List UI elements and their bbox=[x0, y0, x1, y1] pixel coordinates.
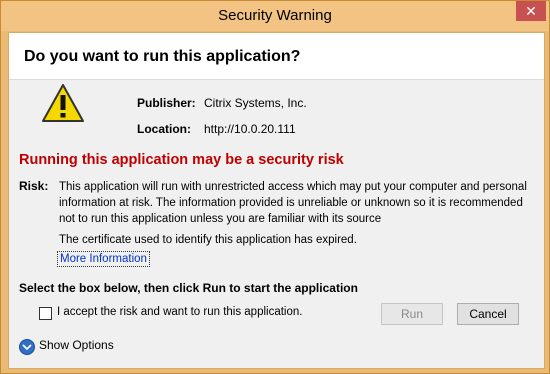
dialog-question: Do you want to run this application? bbox=[24, 48, 301, 65]
publisher-label: Publisher: bbox=[137, 96, 196, 110]
location-value: http://10.0.20.111 bbox=[204, 122, 296, 136]
publisher-value: Citrix Systems, Inc. bbox=[204, 96, 307, 110]
risk-heading: Running this application may be a securi… bbox=[19, 152, 344, 168]
header-band: Do you want to run this application? bbox=[9, 33, 544, 80]
cancel-button[interactable]: Cancel bbox=[457, 303, 519, 325]
chevron-down-icon bbox=[19, 339, 35, 355]
security-warning-dialog: Security Warning ✕ Do you want to run th… bbox=[0, 0, 550, 374]
close-icon: ✕ bbox=[525, 3, 537, 19]
certificate-expired-text: The certificate used to identify this ap… bbox=[59, 234, 357, 246]
dialog-body: Do you want to run this application? Pub… bbox=[8, 32, 545, 369]
more-information-link[interactable]: More Information bbox=[57, 251, 150, 267]
warning-triangle-icon bbox=[42, 84, 84, 122]
run-button[interactable]: Run bbox=[381, 303, 443, 325]
risk-description: This application will run with unrestric… bbox=[59, 181, 527, 225]
show-options-label: Show Options bbox=[39, 338, 114, 352]
risk-label: Risk: bbox=[19, 179, 49, 193]
title-bar[interactable]: Security Warning ✕ bbox=[1, 1, 549, 31]
location-label: Location: bbox=[137, 122, 191, 136]
accept-risk-checkbox[interactable] bbox=[39, 307, 52, 320]
window-title: Security Warning bbox=[218, 7, 332, 24]
accept-risk-label[interactable]: I accept the risk and want to run this a… bbox=[57, 306, 302, 318]
run-instruction: Select the box below, then click Run to … bbox=[19, 281, 358, 295]
close-button[interactable]: ✕ bbox=[516, 1, 546, 21]
